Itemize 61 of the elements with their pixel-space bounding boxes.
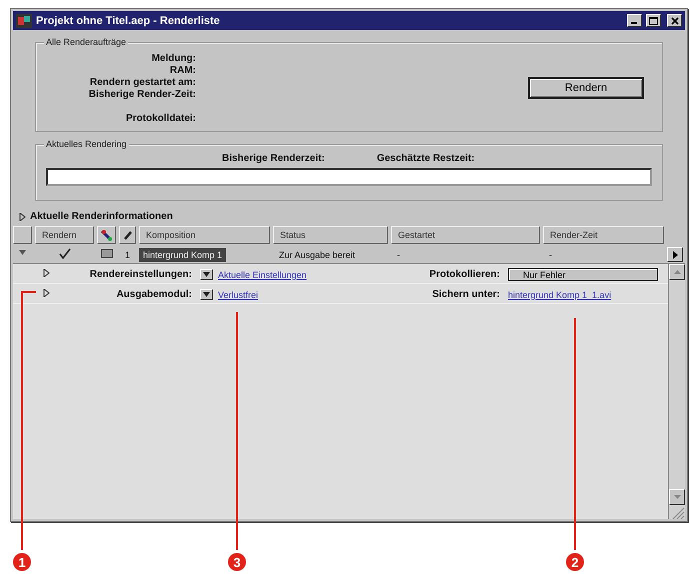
close-button[interactable] (667, 14, 682, 27)
column-header[interactable]: Status (273, 226, 388, 244)
setting-label: Sichern unter: (431, 289, 500, 300)
tag-icon (101, 229, 113, 241)
setting-link[interactable]: Aktuelle Einstellungen (218, 270, 307, 280)
down-arrow-icon (674, 495, 680, 499)
render-checkbox[interactable] (59, 248, 71, 258)
status-cell-text: Zur Ausgabe bereit (278, 250, 356, 260)
dropdown-button[interactable] (200, 289, 213, 300)
maximize-icon (649, 16, 658, 24)
label-swatch[interactable] (101, 248, 113, 258)
minimize-button[interactable] (627, 14, 642, 27)
right-arrow-icon (672, 250, 678, 258)
setting-link[interactable]: Verlustfrei (218, 290, 258, 300)
window-title: Projekt ohne Titel.aep - Renderliste (36, 14, 221, 26)
column-header (13, 226, 32, 244)
field-label: Rendern gestartet am: (90, 77, 196, 89)
column-header[interactable]: Komposition (139, 226, 270, 244)
remaining-time-label: Geschätzte Restzeit: (376, 153, 475, 164)
item-number: 1 (124, 250, 132, 260)
field-label: Protokolldatei: (126, 113, 196, 125)
render-button[interactable]: Rendern (528, 77, 644, 99)
callout-number: 3 (228, 553, 246, 571)
caret-icon (203, 292, 210, 297)
close-icon (670, 16, 678, 24)
elapsed-time-label: Bisherige Renderzeit: (222, 153, 325, 164)
disclosure-triangle[interactable] (19, 249, 26, 257)
group-legend: Alle Renderaufträge (44, 37, 128, 47)
column-header[interactable] (119, 226, 136, 244)
disclosure-triangle[interactable] (43, 289, 50, 297)
pencil-icon (123, 230, 133, 240)
field-label: Bisherige Render-Zeit: (88, 89, 196, 101)
column-header[interactable]: Rendern (35, 226, 94, 244)
field-label: RAM: (170, 65, 196, 77)
up-arrow-icon (674, 270, 680, 274)
dropdown-button[interactable] (200, 269, 213, 280)
setting-label: Rendereinstellungen: (88, 269, 192, 280)
app-icon (16, 14, 32, 28)
column-header[interactable]: Render-Zeit (543, 226, 664, 244)
caret-icon (203, 272, 210, 277)
scroll-up-button[interactable] (669, 264, 685, 280)
section-label: Aktuelle Renderinformationen (30, 211, 173, 222)
scroll-down-button[interactable] (669, 489, 685, 505)
callout-number: 2 (566, 553, 584, 571)
disclosure-triangle[interactable] (19, 212, 26, 220)
log-dropdown[interactable]: Nur Fehler (508, 268, 658, 281)
file-link[interactable]: hintergrund Komp 1_1.avi (508, 290, 612, 300)
disclosure-triangle[interactable] (43, 269, 50, 277)
maximize-button[interactable] (646, 14, 661, 27)
column-header[interactable] (97, 226, 116, 244)
scroll-right-button[interactable] (667, 247, 683, 262)
field-label: Meldung: (152, 53, 196, 65)
group-legend: Aktuelles Rendering (44, 139, 129, 149)
render-time-cell-text: - (548, 250, 553, 260)
composition-name[interactable]: hintergrund Komp 1 (139, 248, 226, 262)
vertical-scrollbar[interactable] (668, 264, 685, 519)
started-cell-text: - (396, 250, 401, 260)
setting-label: Protokollieren: (428, 269, 500, 280)
column-header[interactable]: Gestartet (391, 226, 540, 244)
callout-number: 1 (13, 553, 31, 571)
setting-label: Ausgabemodul: (115, 289, 192, 300)
